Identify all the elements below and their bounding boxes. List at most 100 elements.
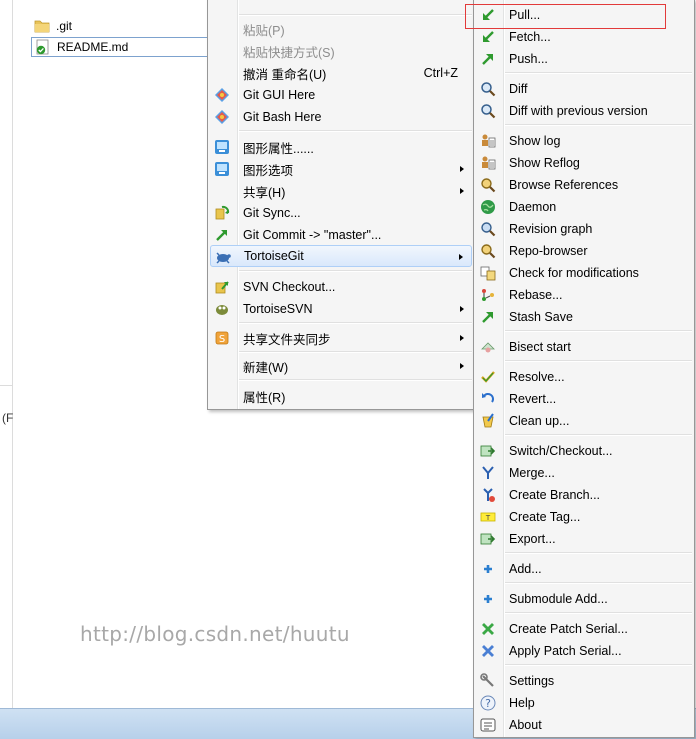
menu-item-git-commit[interactable]: Git Commit -> "master"... bbox=[210, 224, 472, 246]
clean-up-broom-icon bbox=[482, 413, 494, 428]
folder-icon bbox=[34, 20, 50, 33]
menu-separator bbox=[505, 552, 692, 554]
tgit-item-stash-save[interactable]: Stash Save bbox=[476, 306, 692, 328]
tgit-item-fetch[interactable]: Fetch... bbox=[476, 26, 692, 48]
tgit-item-pull[interactable]: Pull... bbox=[476, 4, 692, 26]
tgit-item-help[interactable]: ? Help bbox=[476, 692, 692, 714]
pane-divider bbox=[0, 385, 12, 386]
fetch-icon bbox=[483, 31, 494, 42]
svg-text:S: S bbox=[219, 334, 225, 345]
menu-item-paste[interactable]: 粘贴(P) bbox=[210, 18, 472, 40]
push-icon bbox=[482, 54, 493, 65]
menu-item-paste-shortcut[interactable]: 粘贴快捷方式(S) bbox=[210, 40, 472, 62]
file-name: README.md bbox=[57, 40, 129, 54]
menu-item-tortoisesvn[interactable]: TortoiseSVN bbox=[210, 298, 472, 320]
tgit-item-rebase[interactable]: Rebase... bbox=[476, 284, 692, 306]
menu-separator bbox=[239, 130, 472, 132]
log-icon bbox=[482, 134, 496, 148]
git-status-icon bbox=[36, 39, 49, 55]
menu-separator bbox=[505, 664, 692, 666]
rebase-icon bbox=[482, 289, 494, 301]
shortcut-label: Ctrl+Z bbox=[423, 66, 458, 80]
tgit-item-show-reflog[interactable]: Show Reflog bbox=[476, 152, 692, 174]
tgit-item-revision-graph[interactable]: Revision graph bbox=[476, 218, 692, 240]
menu-item-git-bash[interactable]: Git Bash Here bbox=[210, 106, 472, 128]
graphics-icon bbox=[215, 140, 229, 154]
git-gui-icon bbox=[215, 88, 229, 102]
menu-item-git-sync[interactable]: Git Sync... bbox=[210, 202, 472, 224]
revert-icon bbox=[482, 393, 494, 403]
svn-checkout-icon bbox=[215, 281, 229, 294]
svg-text:?: ? bbox=[485, 697, 491, 710]
add-plus-icon bbox=[484, 595, 492, 603]
tgit-item-export[interactable]: Export... bbox=[476, 528, 692, 550]
resolve-check-icon bbox=[481, 371, 495, 383]
menu-separator bbox=[505, 434, 692, 436]
menu-separator bbox=[505, 612, 692, 614]
merge-icon bbox=[482, 466, 494, 479]
tgit-item-browse-references[interactable]: Browse References bbox=[476, 174, 692, 196]
tgit-item-diff[interactable]: Diff bbox=[476, 78, 692, 100]
menu-item-properties[interactable]: 属性(R) bbox=[210, 385, 472, 407]
menu-item-new[interactable]: 新建(W) bbox=[210, 355, 472, 377]
browse-references-icon bbox=[481, 178, 496, 193]
log-icon bbox=[482, 156, 496, 170]
menu-item-graphics-properties[interactable]: 图形属性...... bbox=[210, 136, 472, 158]
tgit-item-check-modifications[interactable]: Check for modifications bbox=[476, 262, 692, 284]
svg-text:T: T bbox=[485, 514, 491, 522]
pull-icon bbox=[483, 9, 494, 20]
menu-item-undo-rename[interactable]: 撤消 重命名(U) Ctrl+Z bbox=[210, 62, 472, 84]
tgit-item-submodule-add[interactable]: Submodule Add... bbox=[476, 588, 692, 610]
menu-separator bbox=[505, 72, 692, 74]
tgit-item-clean-up[interactable]: Clean up... bbox=[476, 410, 692, 432]
nav-pane-fragment: (F bbox=[2, 411, 14, 425]
submenu-arrow-icon bbox=[459, 254, 463, 260]
magnifier-icon bbox=[481, 104, 496, 119]
tgit-item-create-branch[interactable]: Create Branch... bbox=[476, 484, 692, 506]
menu-item-share[interactable]: 共享(H) bbox=[210, 180, 472, 202]
menu-item-git-gui[interactable]: Git GUI Here bbox=[210, 84, 472, 106]
menu-item-graphics-options[interactable]: 图形选项 bbox=[210, 158, 472, 180]
tgit-item-about[interactable]: About bbox=[476, 714, 692, 736]
submenu-arrow-icon bbox=[460, 188, 464, 194]
help-icon: ? bbox=[480, 695, 496, 711]
check-modifications-icon bbox=[480, 266, 496, 281]
file-item-readme[interactable]: README.md bbox=[31, 37, 209, 57]
settings-wrench-icon bbox=[480, 673, 494, 687]
tgit-item-merge[interactable]: Merge... bbox=[476, 462, 692, 484]
menu-separator bbox=[505, 582, 692, 584]
context-menu: 粘贴(P) 粘贴快捷方式(S) 撤消 重命名(U) Ctrl+Z Git GUI… bbox=[207, 0, 475, 410]
revision-graph-icon bbox=[481, 222, 496, 237]
tortoisegit-submenu: Pull... Fetch... Push... Diff Diff with … bbox=[473, 0, 695, 738]
tgit-item-settings[interactable]: Settings bbox=[476, 670, 692, 692]
tgit-item-revert[interactable]: Revert... bbox=[476, 388, 692, 410]
tgit-item-resolve[interactable]: Resolve... bbox=[476, 366, 692, 388]
tgit-item-diff-previous[interactable]: Diff with previous version bbox=[476, 100, 692, 122]
submenu-arrow-icon bbox=[460, 363, 464, 369]
tgit-item-add[interactable]: Add... bbox=[476, 558, 692, 580]
create-branch-icon bbox=[483, 488, 495, 502]
file-item-git-folder[interactable]: .git bbox=[31, 16, 209, 36]
menu-separator bbox=[239, 322, 472, 324]
stash-save-icon bbox=[482, 312, 493, 323]
menu-separator bbox=[239, 379, 472, 381]
commit-arrow-icon bbox=[216, 230, 227, 241]
tgit-item-bisect-start[interactable]: Bisect start bbox=[476, 336, 692, 358]
tgit-item-daemon[interactable]: Daemon bbox=[476, 196, 692, 218]
watermark: http://blog.csdn.net/huutu bbox=[80, 622, 350, 646]
menu-item-svn-checkout[interactable]: SVN Checkout... bbox=[210, 276, 472, 298]
graphics-icon bbox=[215, 162, 229, 176]
about-info-icon bbox=[480, 718, 496, 732]
menu-separator bbox=[239, 270, 472, 272]
tgit-item-push[interactable]: Push... bbox=[476, 48, 692, 70]
navigation-pane: (F bbox=[0, 0, 13, 708]
tgit-item-create-tag[interactable]: T Create Tag... bbox=[476, 506, 692, 528]
tgit-item-show-log[interactable]: Show log bbox=[476, 130, 692, 152]
tgit-item-apply-patch[interactable]: Apply Patch Serial... bbox=[476, 640, 692, 662]
menu-item-tortoisegit[interactable]: TortoiseGit bbox=[210, 245, 472, 267]
menu-item-folder-sync[interactable]: S 共享文件夹同步 bbox=[210, 327, 472, 349]
tortoisesvn-icon bbox=[216, 305, 228, 315]
tgit-item-switch-checkout[interactable]: Switch/Checkout... bbox=[476, 440, 692, 462]
tgit-item-create-patch[interactable]: Create Patch Serial... bbox=[476, 618, 692, 640]
tgit-item-repo-browser[interactable]: Repo-browser bbox=[476, 240, 692, 262]
